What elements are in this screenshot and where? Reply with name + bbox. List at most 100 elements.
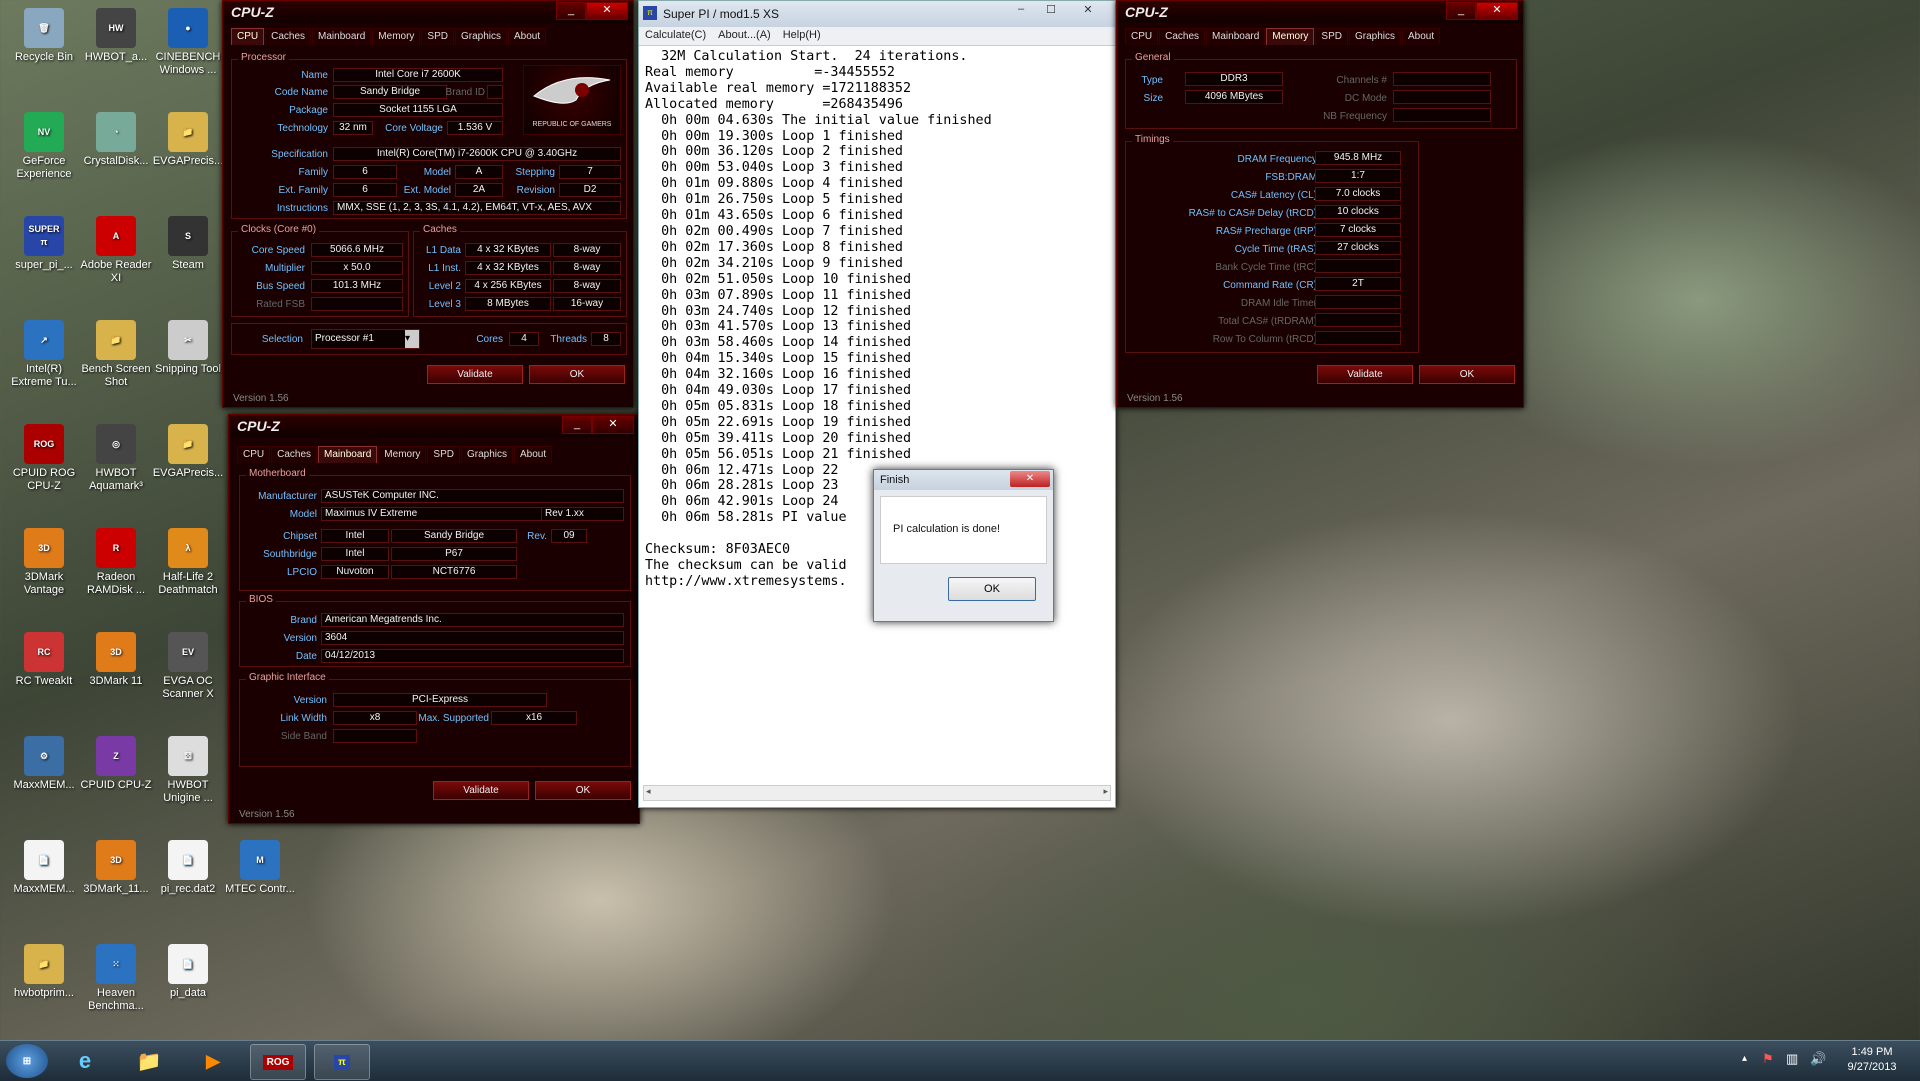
tab-caches[interactable]: Caches <box>1159 28 1206 45</box>
desktop-icon[interactable]: 📄 pi_rec.dat2 <box>152 840 224 896</box>
tab-spd[interactable]: SPD <box>1315 28 1348 45</box>
dialog-title-bar[interactable]: Finish ✕ <box>874 470 1053 490</box>
scroll-left-icon[interactable]: ◂ <box>646 786 651 797</box>
desktop-icon[interactable]: RC RC TweakIt <box>8 632 80 688</box>
volume-icon[interactable]: 🔊 <box>1810 1051 1826 1067</box>
desktop-icon[interactable]: 📁 EVGAPrecis... <box>152 424 224 480</box>
desktop-icon[interactable]: ◔ CrystalDisk... <box>80 112 152 168</box>
horizontal-scrollbar[interactable]: ◂ ▸ <box>643 785 1111 801</box>
desktop-icon[interactable]: 3D 3DMark_11... <box>80 840 152 896</box>
desktop-icon[interactable]: A Adobe Reader XI <box>80 216 152 285</box>
tab-spd[interactable]: SPD <box>427 446 460 463</box>
selection-dropdown[interactable]: Processor #1 ▾ <box>311 329 420 349</box>
tab-about[interactable]: About <box>508 28 547 45</box>
superpi-window[interactable]: π Super PI / mod1.5 XS – ☐ ✕ Calculate(C… <box>638 0 1116 808</box>
tab-memory[interactable]: Memory <box>1266 28 1315 45</box>
cpuz-cpu-window[interactable]: CPU-Z _ ✕ CPU Caches Mainboard Memory SPD Gra… <box>222 0 634 408</box>
desktop-icon[interactable]: ◎ HWBOT Aquamark³ <box>80 424 152 493</box>
tab-graphics[interactable]: Graphics <box>460 446 513 463</box>
desktop-icon[interactable]: 3D 3DMark Vantage <box>8 528 80 597</box>
desktop-icon[interactable]: λ Half-Life 2 Deathmatch <box>152 528 224 597</box>
close-button[interactable]: ✕ <box>592 416 634 434</box>
desktop-icon[interactable]: Z CPUID CPU-Z <box>80 736 152 792</box>
desktop-icon[interactable]: ⁙ Heaven Benchma... <box>80 944 152 1013</box>
chevron-down-icon[interactable]: ▾ <box>405 330 419 348</box>
cpuz-mainboard-window[interactable]: CPU-Z _ ✕ CPU Caches Mainboard Memory SPD Gra… <box>228 414 640 824</box>
tab-cpu[interactable]: CPU <box>1125 28 1159 45</box>
dialog-close-button[interactable]: ✕ <box>1010 471 1050 487</box>
tab-memory[interactable]: Memory <box>372 28 421 45</box>
taskbar-superpi[interactable]: π <box>314 1044 370 1080</box>
tab-graphics[interactable]: Graphics <box>454 28 507 45</box>
close-button[interactable]: ✕ <box>1067 3 1109 19</box>
desktop-icon[interactable]: SUPER π super_pi_... <box>8 216 80 272</box>
desktop-icon-label: EVGAPrecis... <box>152 155 224 167</box>
validate-button[interactable]: Validate <box>1317 365 1413 384</box>
action-center-icon[interactable]: ⚑ <box>1762 1051 1774 1067</box>
desktop-icon[interactable]: R Radeon RAMDisk ... <box>80 528 152 597</box>
tab-memory[interactable]: Memory <box>378 446 427 463</box>
desktop-icon[interactable]: M MTEC Contr... <box>224 840 296 896</box>
desktop-icon[interactable]: 📁 hwbotprim... <box>8 944 80 1000</box>
tab-mainboard[interactable]: Mainboard <box>1206 28 1266 45</box>
title-bar[interactable]: π Super PI / mod1.5 XS – ☐ ✕ <box>639 1 1115 27</box>
desktop-icon[interactable]: ROG CPUID ROG CPU-Z <box>8 424 80 493</box>
desktop-icon[interactable]: NV GeForce Experience <box>8 112 80 181</box>
ok-button[interactable]: OK <box>529 365 625 384</box>
desktop-icon[interactable]: ⚙ MaxxMEM... <box>8 736 80 792</box>
desktop-icon[interactable]: ● CINEBENCH Windows ... <box>152 8 224 77</box>
tab-mainboard[interactable]: Mainboard <box>318 446 378 463</box>
scroll-right-icon[interactable]: ▸ <box>1103 786 1108 797</box>
tab-caches[interactable]: Caches <box>271 446 318 463</box>
dialog-ok-button[interactable]: OK <box>948 577 1036 601</box>
minimize-button[interactable]: _ <box>556 2 586 20</box>
desktop-icon[interactable]: 🗑 Recycle Bin <box>8 8 80 64</box>
taskbar-explorer[interactable]: 📁 <box>122 1044 176 1078</box>
desktop-icon[interactable]: 3D 3DMark 11 <box>80 632 152 688</box>
validate-button[interactable]: Validate <box>433 781 529 800</box>
tab-about[interactable]: About <box>1402 28 1441 45</box>
tab-about[interactable]: About <box>514 446 553 463</box>
tab-cpu[interactable]: CPU <box>237 446 271 463</box>
desktop-icon[interactable]: S Steam <box>152 216 224 272</box>
start-button[interactable]: ⊞ <box>6 1044 48 1078</box>
minimize-button[interactable]: _ <box>1446 2 1476 20</box>
network-icon[interactable]: ▥ <box>1786 1051 1798 1067</box>
tab-cpu[interactable]: CPU <box>231 28 265 45</box>
desktop-icon[interactable]: 📄 pi_data <box>152 944 224 1000</box>
minimize-button[interactable]: _ <box>562 416 592 434</box>
desktop-icon[interactable]: 📄 MaxxMEM... <box>8 840 80 896</box>
close-button[interactable]: ✕ <box>1476 2 1518 20</box>
menu-about[interactable]: About...(A) <box>712 27 777 43</box>
tab-spd[interactable]: SPD <box>421 28 454 45</box>
taskbar-media-player[interactable]: ▶ <box>186 1044 240 1078</box>
ok-button[interactable]: OK <box>535 781 631 800</box>
desktop-icon[interactable]: ↗ Intel(R) Extreme Tu... <box>8 320 80 389</box>
desktop-icon[interactable]: EV EVGA OC Scanner X <box>152 632 224 701</box>
title-bar[interactable]: CPU-Z _ ✕ <box>229 415 639 437</box>
title-bar[interactable]: CPU-Z _ ✕ <box>1117 1 1523 23</box>
desktop-icon[interactable]: 📁 EVGAPrecis... <box>152 112 224 168</box>
desktop-icon[interactable]: HW HWBOT_a... <box>80 8 152 64</box>
finish-dialog[interactable]: Finish ✕ PI calculation is done! OK <box>873 469 1054 622</box>
desktop-icon[interactable]: ✂ Snipping Tool <box>152 320 224 376</box>
cpuz-memory-window[interactable]: CPU-Z _ ✕ CPU Caches Mainboard Memory SPD Gra… <box>1116 0 1524 408</box>
show-hidden-icons-icon[interactable]: ▴ <box>1742 1053 1747 1064</box>
clock[interactable]: 1:49 PM 9/27/2013 <box>1836 1045 1908 1075</box>
desktop-icon[interactable]: ⚄ HWBOT Unigine ... <box>152 736 224 805</box>
maximize-button[interactable]: ☐ <box>1037 3 1065 19</box>
tab-caches[interactable]: Caches <box>265 28 312 45</box>
taskbar-cpuz[interactable]: ROG <box>250 1044 306 1080</box>
tab-mainboard[interactable]: Mainboard <box>312 28 372 45</box>
title-bar[interactable]: CPU-Z _ ✕ <box>223 1 633 23</box>
validate-button[interactable]: Validate <box>427 365 523 384</box>
ok-button[interactable]: OK <box>1419 365 1515 384</box>
desktop-icon[interactable]: 📁 Bench Screen Shot <box>80 320 152 389</box>
clock-time: 1:49 PM <box>1851 1046 1893 1058</box>
menu-calculate[interactable]: Calculate(C) <box>639 27 712 43</box>
tab-graphics[interactable]: Graphics <box>1348 28 1401 45</box>
minimize-button[interactable]: – <box>1007 3 1035 19</box>
close-button[interactable]: ✕ <box>586 2 628 20</box>
taskbar-ie[interactable]: e <box>58 1044 112 1078</box>
menu-help[interactable]: Help(H) <box>777 27 827 43</box>
